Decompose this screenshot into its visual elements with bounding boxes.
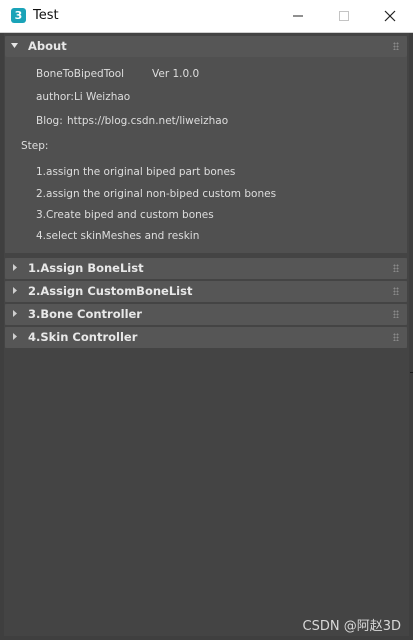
step-item: 3.Create biped and custom bones	[36, 209, 214, 221]
rollout-about: About BoneToBipedTool Ver 1.0.0 author:L…	[5, 36, 407, 253]
rollout-header[interactable]: 2.Assign CustomBoneList	[5, 281, 407, 302]
rollout-title: 4.Skin Controller	[28, 330, 138, 344]
rollout-assign-custombonelist[interactable]: 2.Assign CustomBoneList	[5, 281, 407, 302]
rollout-title: 1.Assign BoneList	[28, 261, 144, 275]
window-title: Test	[33, 8, 59, 23]
minimize-button[interactable]	[275, 0, 321, 32]
rollout-title: 2.Assign CustomBoneList	[28, 284, 193, 298]
maximize-button[interactable]	[321, 0, 367, 32]
close-icon	[384, 10, 396, 22]
3dsmax-app-icon: 3	[11, 8, 26, 23]
rollout-title: 3.Bone Controller	[28, 307, 142, 321]
blog-label: Blog:	[36, 115, 63, 127]
step-item: 2.assign the original non-biped custom b…	[36, 188, 277, 200]
rollout-header[interactable]: 1.Assign BoneList	[5, 258, 407, 279]
tool-name-label: BoneToBipedTool	[36, 68, 125, 80]
step-item: 4.select skinMeshes and reskin	[36, 230, 200, 242]
title-bar: 3 Test	[0, 0, 413, 33]
rollout-assign-bonelist[interactable]: 1.Assign BoneList	[5, 258, 407, 279]
rollout-header[interactable]: 4.Skin Controller	[5, 327, 407, 348]
collapsed-arrow-icon	[13, 287, 17, 294]
rollout-header[interactable]: 3.Bone Controller	[5, 304, 407, 325]
close-button[interactable]	[367, 0, 413, 32]
rollout-about-header[interactable]: About	[5, 36, 407, 57]
author-label: author:Li Weizhao	[36, 91, 131, 103]
drag-grip-icon[interactable]	[393, 42, 399, 50]
collapsed-arrow-icon	[13, 264, 17, 271]
rollout-skin-controller[interactable]: 4.Skin Controller	[5, 327, 407, 348]
collapsed-arrow-icon	[13, 333, 17, 340]
version-label: Ver 1.0.0	[152, 68, 200, 80]
rollout-about-title: About	[28, 39, 67, 53]
maximize-icon	[339, 11, 349, 21]
drag-grip-icon[interactable]	[393, 264, 399, 272]
drag-grip-icon[interactable]	[393, 287, 399, 295]
minimize-icon	[293, 15, 303, 17]
blog-url: https://blog.csdn.net/liweizhao	[67, 115, 229, 127]
watermark: CSDN @阿赵3D	[302, 619, 401, 634]
drag-grip-icon[interactable]	[393, 333, 399, 341]
step-label: Step:	[21, 140, 49, 152]
step-item: 1.assign the original biped part bones	[36, 166, 236, 178]
expanded-arrow-icon	[11, 43, 18, 48]
drag-grip-icon[interactable]	[393, 310, 399, 318]
rollout-bone-controller[interactable]: 3.Bone Controller	[5, 304, 407, 325]
collapsed-arrow-icon	[13, 310, 17, 317]
